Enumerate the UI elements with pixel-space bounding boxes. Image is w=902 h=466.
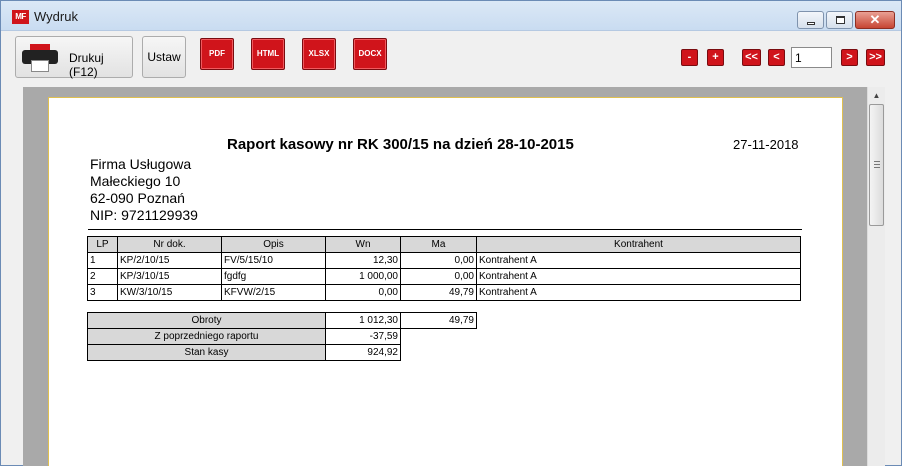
previous-report-value: -37,59 xyxy=(325,328,401,345)
scroll-thumb[interactable] xyxy=(869,104,884,226)
zoom-out-button[interactable]: - xyxy=(681,49,698,66)
next-page-button[interactable]: > xyxy=(841,49,858,66)
app-logo: MF xyxy=(12,10,29,24)
separator-line xyxy=(88,229,802,230)
cell-description: fgdfg xyxy=(221,268,326,285)
previous-report-label: Z poprzedniego raportu xyxy=(87,328,326,345)
first-page-button[interactable]: << xyxy=(742,49,761,66)
export-pdf-button[interactable]: PDF xyxy=(200,38,234,70)
cell-description: FV/5/15/10 xyxy=(221,252,326,269)
turnover-ma: 49,79 xyxy=(400,312,477,329)
cell-ma: 0,00 xyxy=(400,268,477,285)
cell-doc-no: KP/3/10/15 xyxy=(117,268,222,285)
cell-lp: 3 xyxy=(87,284,118,301)
cell-lp: 2 xyxy=(87,268,118,285)
close-icon: ✕ xyxy=(869,12,881,27)
maximize-icon xyxy=(836,16,845,24)
prev-page-button[interactable]: < xyxy=(768,49,785,66)
printer-icon xyxy=(22,44,58,74)
transactions-table: LP Nr dok. Opis Wn Ma Kontrahent 1 KP/2/… xyxy=(87,236,801,301)
cell-doc-no: KW/3/10/15 xyxy=(117,284,222,301)
column-header: Wn xyxy=(325,236,401,253)
empty-cell xyxy=(401,345,477,361)
empty-cell xyxy=(401,329,477,345)
column-header: LP xyxy=(87,236,118,253)
scroll-up-icon[interactable]: ▲ xyxy=(868,87,885,104)
summary-table: Obroty 1 012,30 49,79 Z poprzedniego rap… xyxy=(87,312,477,361)
cell-wn: 1 000,00 xyxy=(325,268,401,285)
cell-contractor: Kontrahent A xyxy=(476,268,801,285)
minimize-icon xyxy=(807,22,815,25)
summary-row-turnover: Obroty 1 012,30 49,79 xyxy=(87,312,477,329)
last-page-button[interactable]: >> xyxy=(866,49,885,66)
minimize-button[interactable] xyxy=(797,11,824,29)
preview-area[interactable]: Raport kasowy nr RK 300/15 na dzień 28-1… xyxy=(23,87,867,466)
table-row: 1 KP/2/10/15 FV/5/15/10 12,30 0,00 Kontr… xyxy=(87,252,801,269)
cell-contractor: Kontrahent A xyxy=(476,284,801,301)
title-bar: MF Wydruk ✕ xyxy=(1,1,901,31)
table-row: 2 KP/3/10/15 fgdfg 1 000,00 0,00 Kontrah… xyxy=(87,268,801,285)
company-address: Firma Usługowa Małeckiego 10 62-090 Pozn… xyxy=(90,156,198,224)
company-city: 62-090 Poznań xyxy=(90,190,185,206)
vertical-scrollbar[interactable]: ▲ xyxy=(867,87,885,466)
balance-value: 924,92 xyxy=(325,344,401,361)
grip-icon xyxy=(874,161,880,168)
cell-contractor: Kontrahent A xyxy=(476,252,801,269)
cell-wn: 0,00 xyxy=(325,284,401,301)
report-date: 27-11-2018 xyxy=(733,137,799,152)
toolbar: Drukuj (F12) Ustaw PDF HTML XLSX DOCX - … xyxy=(1,32,901,82)
export-html-button[interactable]: HTML xyxy=(251,38,285,70)
cell-ma: 49,79 xyxy=(400,284,477,301)
close-button[interactable]: ✕ xyxy=(855,11,895,29)
cell-description: KFVW/2/15 xyxy=(221,284,326,301)
company-nip: NIP: 9721129939 xyxy=(90,207,198,223)
report-page: Raport kasowy nr RK 300/15 na dzień 28-1… xyxy=(48,97,843,466)
column-header: Opis xyxy=(221,236,326,253)
zoom-in-button[interactable]: + xyxy=(707,49,724,66)
summary-row-previous: Z poprzedniego raportu -37,59 xyxy=(87,328,477,345)
company-street: Małeckiego 10 xyxy=(90,173,181,189)
report-title: Raport kasowy nr RK 300/15 na dzień 28-1… xyxy=(227,136,574,153)
table-header-row: LP Nr dok. Opis Wn Ma Kontrahent xyxy=(87,236,801,253)
export-docx-button[interactable]: DOCX xyxy=(353,38,387,70)
company-name: Firma Usługowa xyxy=(90,156,192,172)
column-header: Kontrahent xyxy=(476,236,801,253)
column-header: Ma xyxy=(400,236,477,253)
window-title: Wydruk xyxy=(34,9,78,24)
setup-button[interactable]: Ustaw xyxy=(142,36,186,78)
turnover-wn: 1 012,30 xyxy=(325,312,401,329)
cell-lp: 1 xyxy=(87,252,118,269)
column-header: Nr dok. xyxy=(117,236,222,253)
maximize-button[interactable] xyxy=(826,11,853,29)
summary-row-balance: Stan kasy 924,92 xyxy=(87,344,477,361)
table-row: 3 KW/3/10/15 KFVW/2/15 0,00 49,79 Kontra… xyxy=(87,284,801,301)
cell-ma: 0,00 xyxy=(400,252,477,269)
print-button[interactable]: Drukuj (F12) xyxy=(15,36,133,79)
print-preview-window: MF Wydruk ✕ Drukuj (F12) Ustaw PDF HTML … xyxy=(0,0,902,466)
cell-doc-no: KP/2/10/15 xyxy=(117,252,222,269)
page-number-input[interactable] xyxy=(791,47,832,68)
cell-wn: 12,30 xyxy=(325,252,401,269)
print-button-label: Drukuj (F12) xyxy=(69,51,104,79)
export-xlsx-button[interactable]: XLSX xyxy=(302,38,336,70)
balance-label: Stan kasy xyxy=(87,344,326,361)
turnover-label: Obroty xyxy=(87,312,326,329)
